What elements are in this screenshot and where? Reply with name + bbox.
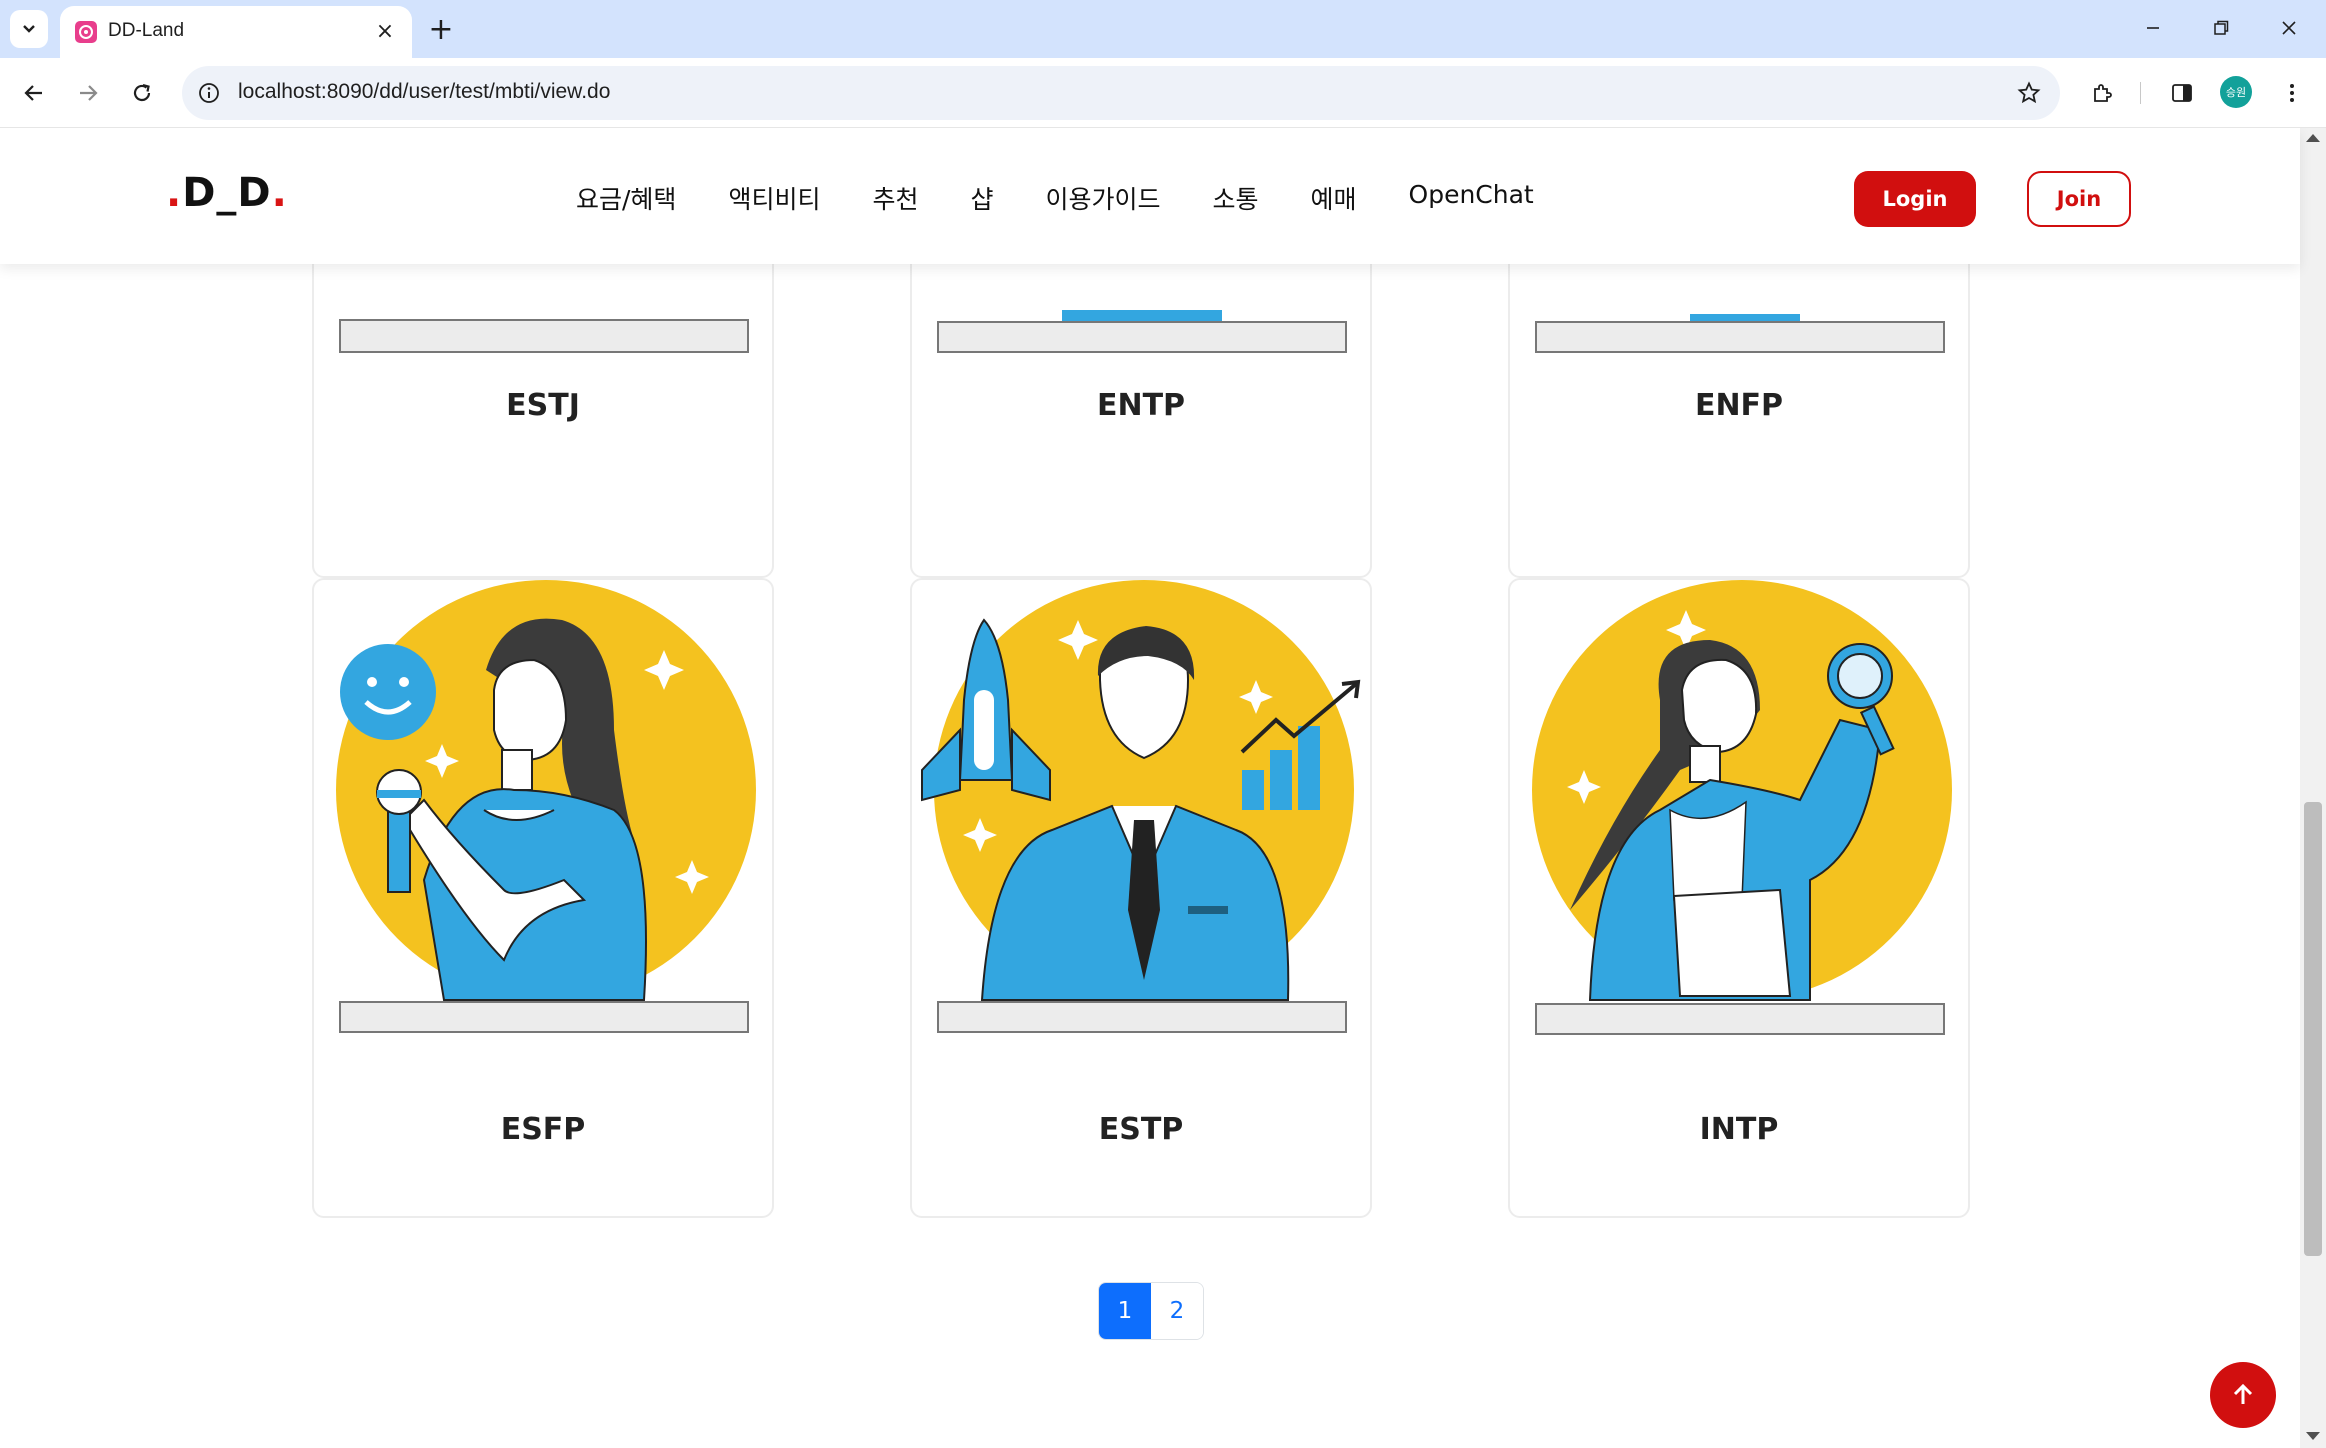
mbti-type-label: INTP bbox=[1699, 1112, 1779, 1147]
menu-item-activity[interactable]: 액티비티 bbox=[728, 180, 820, 216]
intp-illustration bbox=[1532, 580, 1952, 1035]
browser-tab-bar: DD-Land × + bbox=[0, 0, 2326, 58]
tab-title: DD-Land bbox=[108, 20, 185, 41]
minimize-icon bbox=[2147, 27, 2159, 29]
arrow-left-icon bbox=[24, 85, 42, 101]
bookmark-star-icon[interactable] bbox=[2012, 76, 2046, 110]
logo-dot: . bbox=[271, 170, 288, 216]
mbti-card-esfp[interactable]: ESFP bbox=[312, 578, 774, 1218]
address-bar[interactable]: localhost:8090/dd/user/test/mbti/view.do bbox=[182, 66, 2060, 120]
tab-close-icon[interactable]: × bbox=[370, 16, 400, 46]
main-menu: 요금/혜택 액티비티 추천 샵 이용가이드 소통 예매 OpenChat bbox=[576, 180, 1534, 216]
pagination: 1 2 bbox=[1098, 1282, 1204, 1340]
scroll-up-arrow-icon[interactable] bbox=[2306, 134, 2320, 142]
new-tab-icon[interactable]: + bbox=[424, 12, 458, 47]
mbti-type-label: ESTP bbox=[1098, 1112, 1184, 1147]
scroll-down-arrow-icon[interactable] bbox=[2306, 1432, 2320, 1440]
menu-item-booking[interactable]: 예매 bbox=[1311, 180, 1357, 216]
page-link-1[interactable]: 1 bbox=[1099, 1283, 1151, 1339]
restore-icon bbox=[2214, 20, 2229, 35]
menu-item-recommend[interactable]: 추천 bbox=[872, 180, 918, 216]
mbti-type-label: ENFP bbox=[1694, 388, 1784, 423]
mbti-card-intp[interactable]: INTP bbox=[1508, 578, 1970, 1218]
estp-illustration bbox=[921, 580, 1361, 1033]
menu-item-shop[interactable]: 샵 bbox=[970, 180, 993, 216]
menu-item-guide[interactable]: 이용가이드 bbox=[1045, 180, 1160, 216]
scrollbar-thumb[interactable] bbox=[2304, 802, 2322, 1256]
browser-menu-button[interactable] bbox=[2272, 73, 2312, 113]
reload-icon bbox=[133, 83, 151, 102]
reload-button[interactable] bbox=[122, 73, 162, 113]
restore-window-button[interactable] bbox=[2198, 8, 2244, 48]
site-logo[interactable]: .D_D. bbox=[166, 170, 288, 216]
forward-button[interactable] bbox=[68, 73, 108, 113]
more-vert-icon bbox=[2290, 84, 2294, 102]
back-button[interactable] bbox=[14, 73, 54, 113]
side-panel-icon bbox=[2172, 84, 2192, 102]
site-info-icon[interactable] bbox=[194, 78, 224, 108]
side-panel-button[interactable] bbox=[2162, 73, 2202, 113]
puzzle-icon bbox=[2094, 84, 2112, 102]
page-link-2[interactable]: 2 bbox=[1151, 1283, 1203, 1339]
browser-toolbar: localhost:8090/dd/user/test/mbti/view.do… bbox=[0, 58, 2326, 128]
browser-tab[interactable]: DD-Land × bbox=[60, 6, 412, 58]
arrow-right-icon bbox=[80, 85, 98, 101]
extensions-button[interactable] bbox=[2082, 73, 2122, 113]
page-scrollbar[interactable] bbox=[2300, 128, 2326, 1448]
page-viewport: .D_D. 요금/혜택 액티비티 추천 샵 이용가이드 소통 예매 OpenCh… bbox=[0, 128, 2326, 1448]
join-button[interactable]: Join bbox=[2027, 171, 2131, 227]
menu-item-openchat[interactable]: OpenChat bbox=[1409, 180, 1534, 216]
close-icon bbox=[2282, 21, 2296, 35]
site-header: .D_D. 요금/혜택 액티비티 추천 샵 이용가이드 소통 예매 OpenCh… bbox=[0, 128, 2300, 264]
profile-avatar[interactable]: 승원 bbox=[2220, 76, 2252, 108]
scroll-to-top-button[interactable] bbox=[2210, 1362, 2276, 1428]
mbti-type-label: ESTJ bbox=[506, 388, 580, 423]
mbti-type-label: ESFP bbox=[500, 1112, 586, 1147]
menu-item-community[interactable]: 소통 bbox=[1213, 180, 1259, 216]
menu-item-fees[interactable]: 요금/혜택 bbox=[576, 180, 676, 216]
login-button[interactable]: Login bbox=[1854, 171, 1976, 227]
minimize-window-button[interactable] bbox=[2130, 8, 2176, 48]
mbti-card-estp[interactable]: ESTP bbox=[910, 578, 1372, 1218]
toolbar-separator bbox=[2140, 82, 2141, 104]
tab-search-button[interactable] bbox=[10, 10, 48, 48]
esfp-illustration bbox=[336, 580, 756, 1033]
logo-dot: . bbox=[166, 170, 183, 216]
close-window-button[interactable] bbox=[2266, 8, 2312, 48]
mbti-type-label: ENTP bbox=[1096, 388, 1186, 423]
favicon-icon bbox=[75, 21, 97, 43]
chevron-down-icon bbox=[23, 25, 35, 33]
arrow-up-icon bbox=[2233, 1383, 2253, 1404]
logo-text: D_D bbox=[182, 170, 272, 216]
url-text[interactable]: localhost:8090/dd/user/test/mbti/view.do bbox=[238, 80, 610, 104]
